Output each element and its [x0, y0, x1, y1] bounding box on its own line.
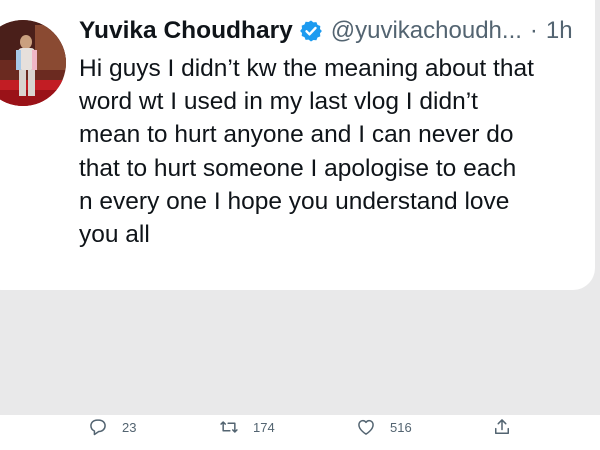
- tweet-header: Yuvika Choudhary @yuvikachoudh... · 1h: [79, 12, 573, 50]
- like-button[interactable]: 516: [356, 416, 412, 438]
- tweet-card[interactable]: Yuvika Choudhary @yuvikachoudh... · 1h H…: [0, 0, 595, 290]
- author-handle[interactable]: @yuvikachoudh...: [331, 17, 522, 45]
- tweet-actions-bar: 23 174 516: [0, 412, 600, 444]
- separator-dot: ·: [529, 17, 538, 44]
- tweet-text: Hi guys I didn’t kw the meaning about th…: [79, 55, 534, 249]
- reply-button[interactable]: 23: [88, 416, 136, 438]
- reply-count: 23: [122, 419, 137, 435]
- author-name[interactable]: Yuvika Choudhary: [79, 17, 293, 45]
- share-icon: [495, 419, 509, 434]
- retweet-count: 174: [253, 419, 275, 435]
- author-avatar[interactable]: [0, 20, 66, 106]
- share-button[interactable]: [492, 416, 526, 438]
- retweet-icon: [220, 421, 238, 433]
- verified-badge-icon: [299, 19, 323, 43]
- like-count: 516: [390, 419, 412, 435]
- avatar-image: [0, 20, 66, 106]
- tweet-timestamp[interactable]: 1h: [546, 17, 573, 45]
- reply-icon: [90, 419, 106, 436]
- retweet-button[interactable]: 174: [219, 416, 275, 438]
- like-heart-icon: [358, 419, 374, 435]
